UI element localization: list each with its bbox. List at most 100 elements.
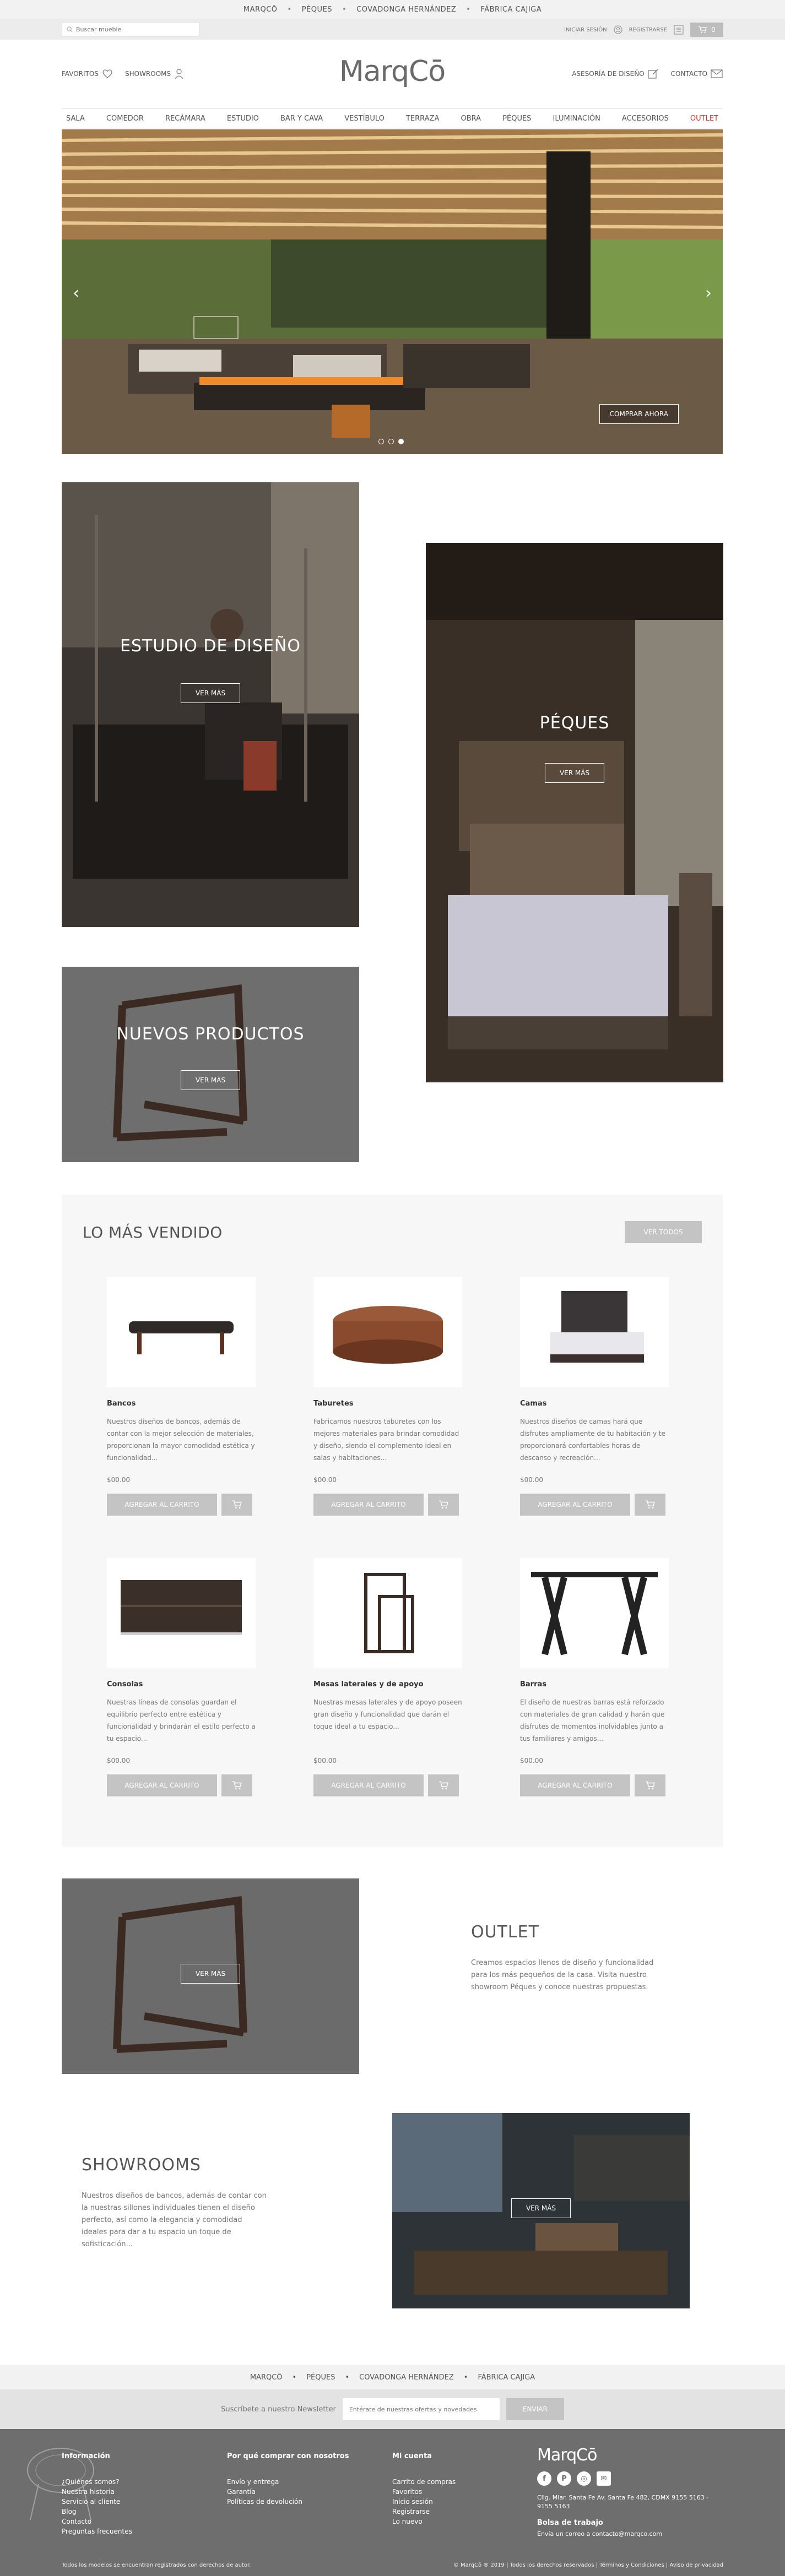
nav-item-iluminacion[interactable]: ILUMINACIÓN	[553, 115, 600, 123]
add-to-cart-button[interactable]: AGREGAR AL CARRITO	[107, 1494, 217, 1516]
cart-button[interactable]: 0	[690, 23, 723, 37]
nav-item-bar-cava[interactable]: BAR Y CAVA	[280, 115, 323, 123]
next-slide-icon[interactable]: ›	[705, 284, 712, 303]
cart-icon[interactable]	[221, 1774, 252, 1796]
outlet-button[interactable]: VER MÁS	[180, 1964, 241, 1984]
footer-link[interactable]: Contacto	[62, 2517, 132, 2526]
footer-link[interactable]: Blog	[62, 2507, 132, 2517]
facebook-icon[interactable]: f	[537, 2471, 551, 2486]
tile-design-studio[interactable]: ESTUDIO DE DISEÑO VER MÁS	[62, 482, 359, 927]
cart-icon[interactable]	[221, 1494, 252, 1516]
slide-dot-active[interactable]	[398, 439, 404, 444]
nav-item-obra[interactable]: OBRA	[461, 115, 481, 123]
nav-item-vestibulo[interactable]: VESTÍBULO	[344, 115, 385, 123]
footer-link[interactable]: Nuestra historia	[62, 2487, 132, 2497]
tile-peques[interactable]: PÉQUES VER MÁS	[426, 543, 723, 1082]
register-icon[interactable]	[674, 25, 684, 35]
contact-link[interactable]: CONTACTO	[671, 69, 723, 78]
mail-icon[interactable]: ✉	[597, 2471, 611, 2486]
footer-link[interactable]: Preguntas frecuentes	[62, 2526, 132, 2536]
footer-link[interactable]: Envío y entrega	[227, 2477, 349, 2487]
cart-icon[interactable]	[428, 1494, 459, 1516]
brand-link-covadonga[interactable]: COVADONGA HERNÁNDEZ	[359, 2373, 454, 2382]
add-to-cart-button[interactable]: AGREGAR AL CARRITO	[520, 1774, 630, 1796]
product-name[interactable]: Barras	[520, 1680, 669, 1689]
tile-new-products[interactable]: NUEVOS PRODUCTOS VER MÁS	[62, 967, 359, 1162]
search-input[interactable]	[76, 25, 192, 33]
brand-link-marqco[interactable]: MARQCŌ	[243, 6, 278, 14]
nav-item-sala[interactable]: SALA	[66, 115, 85, 123]
product-image[interactable]	[313, 1277, 462, 1387]
add-to-cart-button[interactable]: AGREGAR AL CARRITO	[313, 1774, 424, 1796]
favorites-link[interactable]: FAVORITOS	[62, 69, 113, 79]
showrooms-image[interactable]: VER MÁS	[392, 2113, 690, 2308]
brand-link-peques[interactable]: PÉQUES	[302, 6, 332, 14]
separator: •	[463, 2373, 468, 2382]
brand-link-covadonga[interactable]: COVADONGA HERNÁNDEZ	[356, 6, 456, 14]
footer-logo[interactable]: MarqCō	[537, 2446, 724, 2465]
brand-link-cajiga[interactable]: FÁBRICA CAJIGA	[478, 2373, 535, 2382]
pinterest-icon[interactable]: P	[557, 2471, 571, 2486]
newsletter-email-input[interactable]	[342, 2398, 500, 2420]
cart-icon[interactable]	[428, 1774, 459, 1796]
product-name[interactable]: Camas	[520, 1399, 669, 1408]
nav-item-recamara[interactable]: RECÁMARA	[165, 115, 205, 123]
cart-icon[interactable]	[635, 1494, 665, 1516]
footer-link[interactable]: Políticas de devolución	[227, 2497, 349, 2507]
main-nav: SALA COMEDOR RECÁMARA ESTUDIO BAR Y CAVA…	[62, 108, 723, 128]
prev-slide-icon[interactable]: ‹	[73, 284, 79, 303]
new-products-button[interactable]: VER MÁS	[180, 1070, 241, 1090]
showrooms-button[interactable]: VER MÁS	[511, 2198, 571, 2218]
newsletter-submit-button[interactable]: ENVIAR	[506, 2398, 564, 2420]
product-image[interactable]	[107, 1277, 256, 1387]
favorites-label: FAVORITOS	[62, 70, 99, 78]
site-logo[interactable]: MarqCō	[332, 55, 453, 88]
brand-bar: MARQCŌ • PÉQUES • COVADONGA HERNÁNDEZ • …	[0, 0, 785, 19]
legal-right[interactable]: © MarqCō ® 2019 | Todos los derechos res…	[453, 2562, 723, 2568]
product-image[interactable]	[107, 1558, 256, 1668]
slide-dot[interactable]	[388, 439, 394, 444]
footer-link[interactable]: ¿Quiénes somos?	[62, 2477, 132, 2487]
product-name[interactable]: Consolas	[107, 1680, 256, 1689]
footer-link[interactable]: Inicio sesión	[392, 2497, 456, 2507]
footer-link[interactable]: Servicio al cliente	[62, 2497, 132, 2507]
user-icon[interactable]	[614, 25, 622, 34]
showrooms-link[interactable]: SHOWROOMS	[125, 68, 184, 79]
footer-link[interactable]: Registrarse	[392, 2507, 456, 2517]
instagram-icon[interactable]: ◎	[577, 2471, 591, 2486]
login-link[interactable]: INICIAR SESIÓN	[564, 27, 607, 33]
product-name[interactable]: Bancos	[107, 1399, 256, 1408]
slide-dot[interactable]	[378, 439, 384, 444]
add-to-cart-button[interactable]: AGREGAR AL CARRITO	[313, 1494, 424, 1516]
view-all-button[interactable]: VER TODOS	[625, 1221, 702, 1243]
product-image[interactable]	[520, 1558, 669, 1668]
nav-item-comedor[interactable]: COMEDOR	[106, 115, 144, 123]
add-to-cart-button[interactable]: AGREGAR AL CARRITO	[520, 1494, 630, 1516]
footer-link[interactable]: Carrito de compras	[392, 2477, 456, 2487]
design-advice-link[interactable]: ASESORÍA DE DISEÑO	[572, 68, 658, 79]
product-name[interactable]: Taburetes	[313, 1399, 462, 1408]
cart-icon[interactable]	[635, 1774, 665, 1796]
nav-item-peques[interactable]: PÉQUES	[502, 115, 531, 123]
nav-item-accesorios[interactable]: ACCESORIOS	[622, 115, 669, 123]
outlet-image[interactable]: VER MÁS	[62, 1878, 359, 2074]
nav-item-estudio[interactable]: ESTUDIO	[227, 115, 259, 123]
brand-link-marqco[interactable]: MARQCŌ	[250, 2373, 283, 2382]
brand-link-cajiga[interactable]: FÁBRICA CAJIGA	[480, 6, 542, 14]
separator: •	[466, 5, 471, 14]
nav-item-outlet[interactable]: OUTLET	[690, 115, 718, 123]
peques-button[interactable]: VER MÁS	[544, 763, 605, 783]
footer-link[interactable]: Favoritos	[392, 2487, 456, 2497]
register-link[interactable]: REGISTRARSE	[629, 27, 667, 33]
product-image[interactable]	[520, 1277, 669, 1387]
product-image[interactable]	[313, 1558, 462, 1668]
design-studio-button[interactable]: VER MÁS	[180, 683, 241, 703]
shop-now-button[interactable]: COMPRAR AHORA	[599, 404, 679, 424]
product-name[interactable]: Mesas laterales y de apoyo	[313, 1680, 462, 1689]
nav-item-terraza[interactable]: TERRAZA	[406, 115, 439, 123]
brand-link-peques[interactable]: PÉQUES	[306, 2373, 335, 2382]
jobs-text[interactable]: Envía un correo a contacto@marqco.com	[537, 2530, 724, 2537]
footer-link[interactable]: Garantía	[227, 2487, 349, 2497]
footer-link[interactable]: Lo nuevo	[392, 2517, 456, 2526]
add-to-cart-button[interactable]: AGREGAR AL CARRITO	[107, 1774, 217, 1796]
